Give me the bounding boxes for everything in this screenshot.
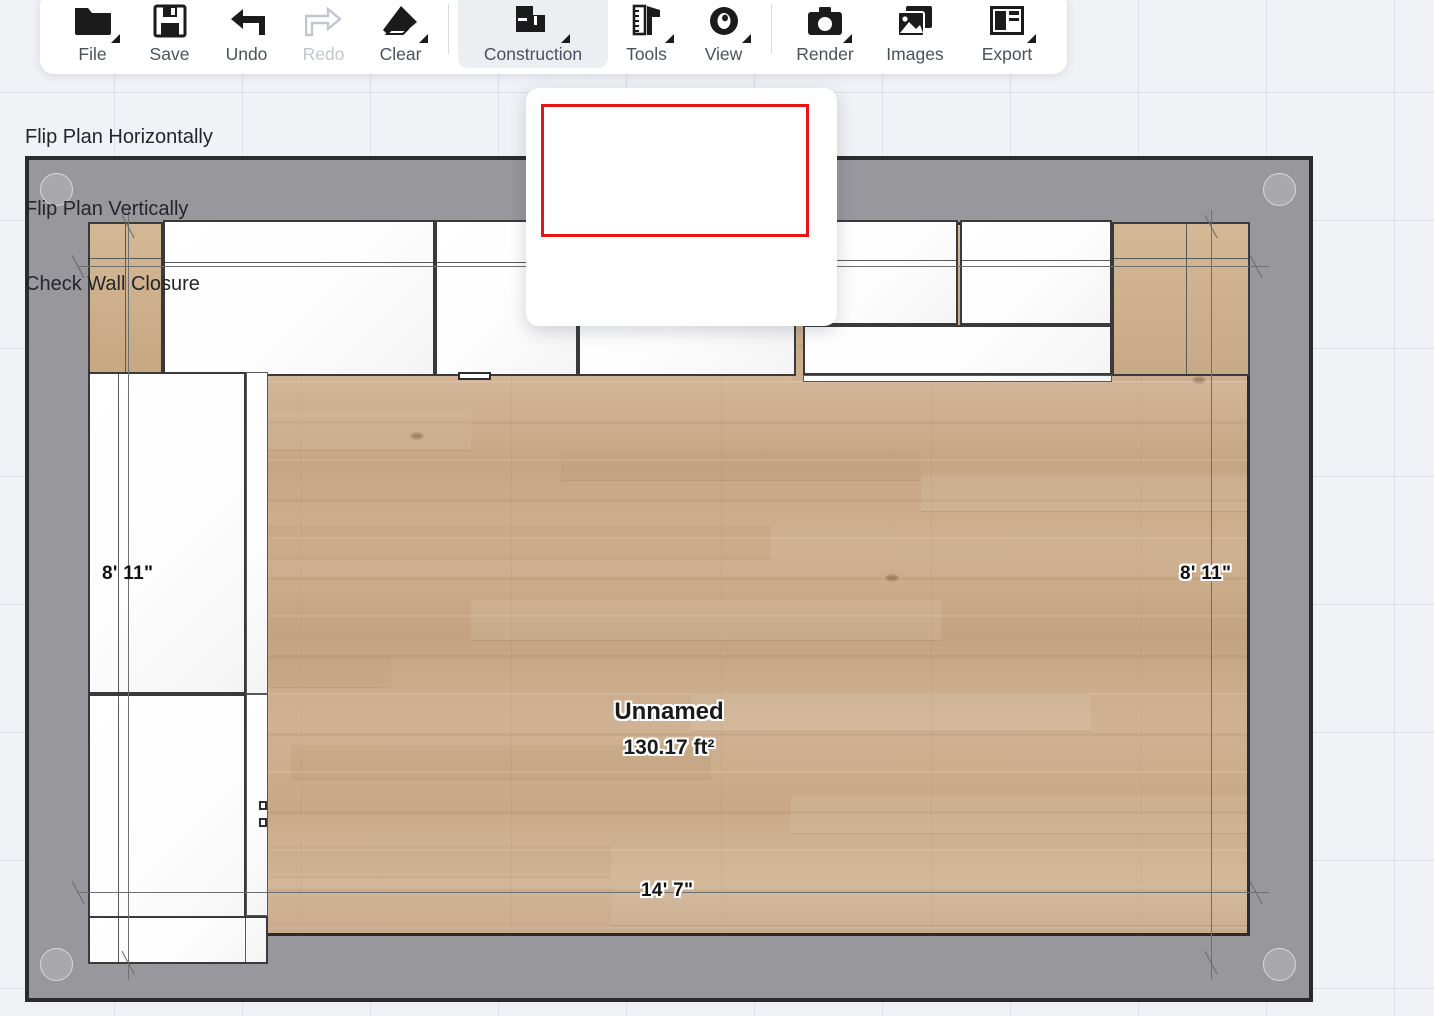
cabinet-top-right-toe[interactable] [803, 375, 1112, 382]
toolbar-label: Tools [626, 43, 667, 64]
toolbar-label: Save [149, 43, 190, 64]
export-icon [961, 0, 1053, 43]
toolbar-item-undo[interactable]: Undo [208, 0, 285, 68]
toolbar-item-file[interactable]: File [54, 0, 131, 68]
toolbar-label: Redo [302, 43, 345, 64]
redo-arrow-icon [285, 0, 362, 42]
toolbar-label: File [78, 43, 107, 64]
toolbar-label: Construction [483, 43, 583, 64]
cabinet-top-right-lower[interactable] [803, 325, 1112, 375]
images-icon [869, 0, 961, 42]
toolbar-item-images[interactable]: Images [869, 0, 961, 68]
construction-dropdown-menu[interactable] [526, 88, 837, 326]
main-toolbar[interactable]: File Save Undo Redo Clear Construction T… [40, 0, 1067, 74]
plan-canvas[interactable]: 8' 11" 8' 11" 14' 7" Unnamed 130.17 ft² … [0, 0, 1434, 1016]
menu-item-flip-horizontal[interactable]: Flip Plan Horizontally [0, 117, 311, 157]
toolbar-item-redo[interactable]: Redo [285, 0, 362, 68]
menu-item-flip-vertical[interactable]: Flip Plan Vertically [0, 189, 311, 229]
corner-handle-bottom-right[interactable] [1263, 948, 1296, 981]
toolbar-label: Export [981, 43, 1033, 64]
toolbar-label: Clear [379, 43, 422, 64]
chevron-down-icon [1027, 33, 1036, 43]
cabinet-corner-top-right[interactable] [1112, 222, 1250, 376]
menu-item-label: Flip Plan Vertically [25, 197, 189, 220]
dimension-guide-right [1211, 210, 1212, 980]
cabinet-handle-top[interactable] [458, 372, 491, 380]
toolbar-label: Undo [225, 43, 268, 64]
dimension-label-right: 8' 11" [1180, 563, 1232, 584]
toolbar-item-export[interactable]: Export [961, 0, 1053, 68]
toolbar-separator [448, 4, 449, 54]
cabinet-left-upper-side[interactable] [246, 372, 268, 694]
corner-handle-bottom-left[interactable] [40, 948, 73, 981]
cabinet-top-right-b[interactable] [960, 220, 1112, 325]
chevron-down-icon [843, 33, 852, 43]
chevron-down-icon [419, 33, 428, 43]
corner-handle-top-right[interactable] [1263, 173, 1296, 206]
camera-icon [781, 0, 869, 43]
toolbar-item-tools[interactable]: Tools [608, 0, 685, 68]
cabinet-left-upper[interactable] [88, 372, 246, 694]
menu-item-label: Flip Plan Horizontally [25, 125, 213, 148]
chevron-down-icon [561, 33, 570, 43]
toolbar-item-view[interactable]: View [685, 0, 762, 68]
undo-arrow-icon [208, 0, 285, 42]
chevron-down-icon [742, 33, 751, 43]
toolbar-label: View [704, 43, 743, 64]
toolbar-item-save[interactable]: Save [131, 0, 208, 68]
cabinet-handle-left-b[interactable] [259, 818, 267, 827]
construction-icon [458, 0, 608, 43]
eye-icon [685, 0, 762, 43]
menu-item-check-wall-closure[interactable]: Check Wall Closure [0, 264, 311, 304]
toolbar-item-clear[interactable]: Clear [362, 0, 439, 68]
chevron-down-icon [111, 33, 120, 43]
toolbar-item-construction[interactable]: Construction [458, 0, 608, 68]
dimension-label-bottom: 14' 7" [641, 880, 694, 901]
dimension-label-left: 8' 11" [102, 563, 154, 584]
dimension-guide-left [128, 210, 129, 980]
chevron-down-icon [665, 33, 674, 43]
toolbar-separator [771, 4, 772, 54]
eraser-icon [362, 0, 439, 43]
cabinet-handle-left-a[interactable] [259, 801, 267, 810]
floppy-disk-icon [131, 0, 208, 42]
menu-item-label: Check Wall Closure [25, 272, 200, 295]
folder-icon [54, 0, 131, 43]
cabinet-left-base[interactable] [88, 916, 268, 964]
toolbar-label: Render [796, 43, 854, 64]
toolbar-label: Images [886, 43, 944, 64]
toolbar-item-render[interactable]: Render [781, 0, 869, 68]
tools-icon [608, 0, 685, 43]
